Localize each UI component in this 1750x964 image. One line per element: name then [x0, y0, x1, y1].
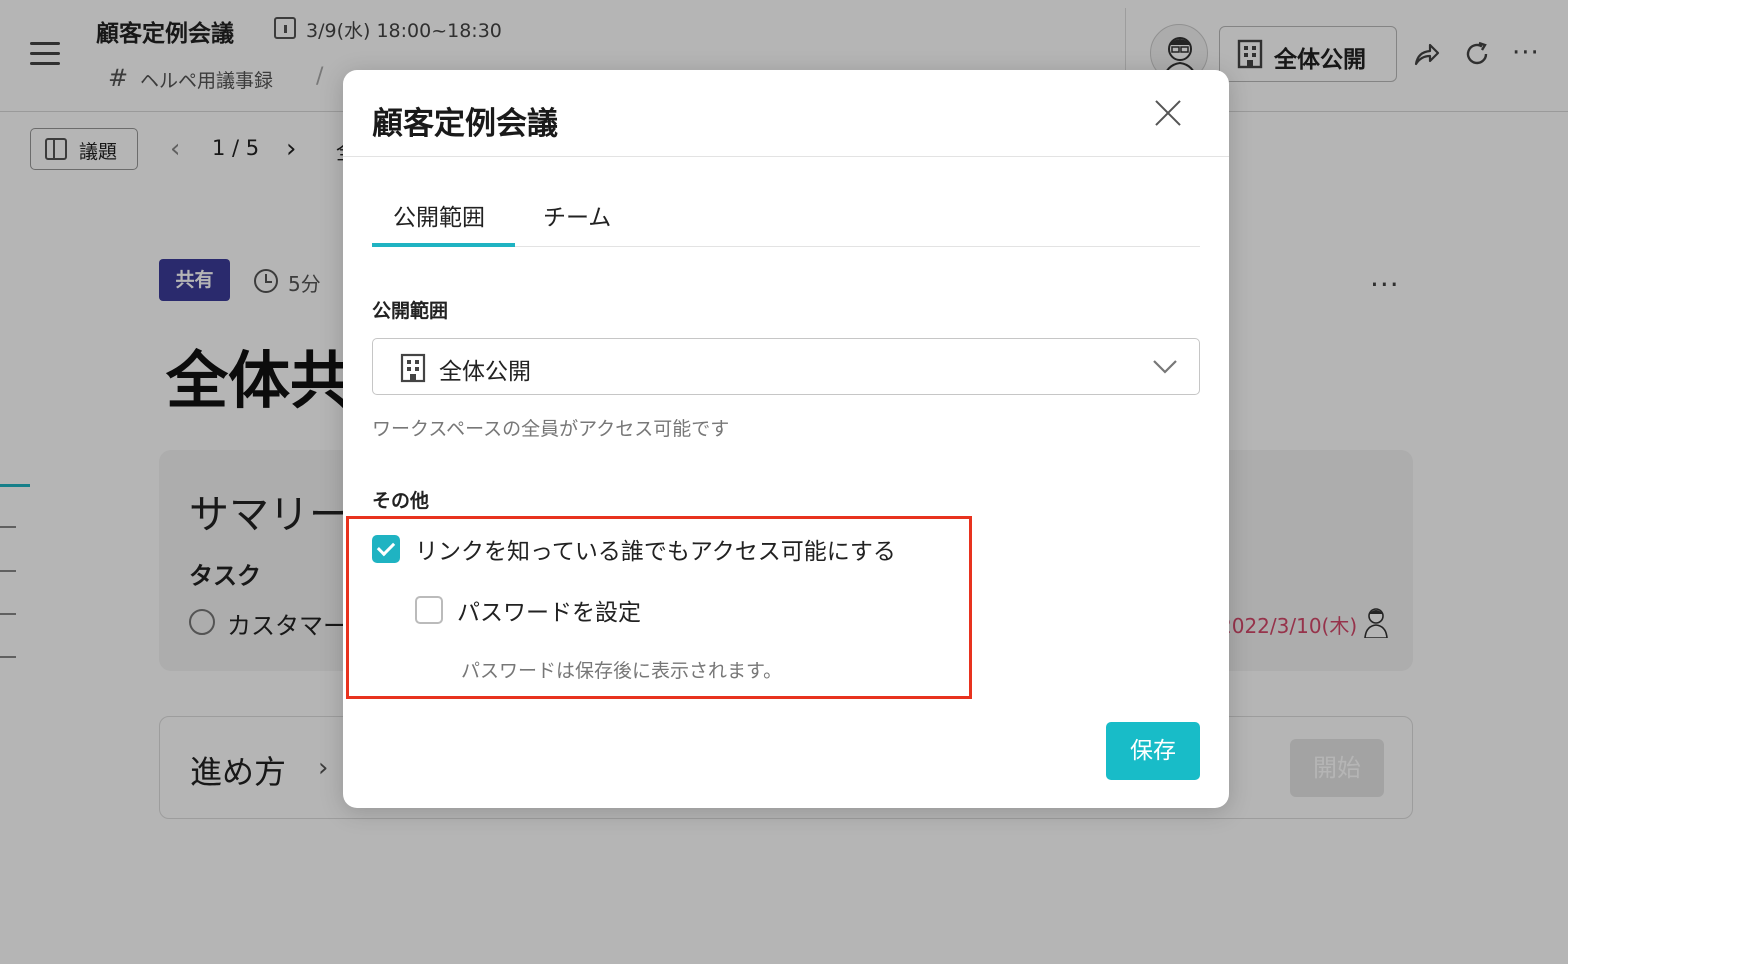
save-button[interactable]: 保存	[1106, 722, 1200, 780]
password-checkbox[interactable]	[415, 596, 443, 624]
chevron-down-icon	[1153, 360, 1177, 374]
building-icon	[400, 353, 426, 383]
dialog-divider	[343, 156, 1229, 157]
visibility-select[interactable]: 全体公開	[372, 338, 1200, 395]
link-access-checkbox[interactable]	[372, 535, 400, 563]
password-label[interactable]: パスワードを設定	[457, 593, 641, 627]
visibility-select-value: 全体公開	[439, 359, 531, 385]
sharing-settings-dialog: 顧客定例会議 公開範囲 チーム 公開範囲 全体公開 ワークスペースの全員がアクセ…	[343, 70, 1229, 808]
link-access-label[interactable]: リンクを知っている誰でもアクセス可能にする	[415, 532, 896, 566]
tab-team[interactable]: チーム	[543, 198, 611, 232]
visibility-description: ワークスペースの全員がアクセス可能です	[372, 418, 730, 440]
active-tab-indicator	[372, 243, 515, 247]
page-margin	[1568, 0, 1750, 964]
close-icon[interactable]	[1151, 96, 1185, 130]
visibility-section-label: 公開範囲	[372, 300, 449, 322]
dialog-title: 顧客定例会議	[372, 106, 558, 142]
tab-visibility[interactable]: 公開範囲	[393, 198, 485, 232]
other-section-label: その他	[372, 490, 430, 512]
password-note: パスワードは保存後に表示されます。	[461, 660, 783, 682]
